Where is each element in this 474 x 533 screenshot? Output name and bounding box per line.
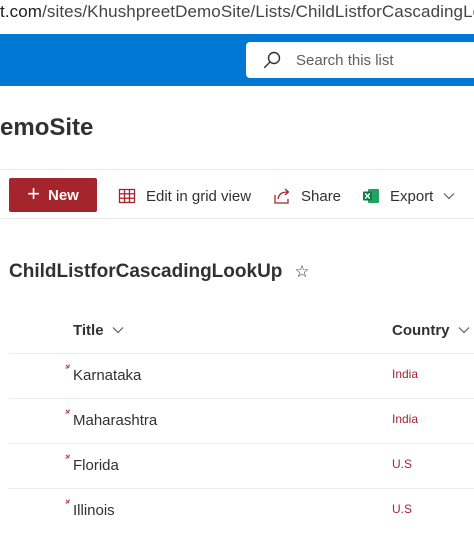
header-divider <box>0 169 474 170</box>
search-input[interactable] <box>296 48 474 72</box>
url-path: /sites/KhushpreetDemoSite/Lists/ChildLis… <box>42 2 474 21</box>
column-header-country[interactable]: Country <box>392 318 470 342</box>
export-button[interactable]: Export <box>362 184 455 208</box>
site-title[interactable]: emoSite <box>0 114 93 142</box>
share-label: Share <box>301 187 342 205</box>
grid-icon <box>118 188 136 204</box>
search-box[interactable] <box>246 42 474 78</box>
edit-in-grid-view-label: Edit in grid view <box>146 187 252 205</box>
list-row[interactable]: Karnataka India <box>9 353 474 398</box>
chevron-down-icon <box>443 193 455 200</box>
list-title-area: ChildListforCascadingLookUp ☆ <box>9 261 310 283</box>
row-title[interactable]: Maharashtra <box>73 412 157 429</box>
new-item-icon <box>65 364 70 369</box>
column-header-country-label: Country <box>392 321 450 339</box>
new-item-icon <box>65 499 70 504</box>
chevron-down-icon <box>112 327 124 334</box>
command-bar: + New Edit in grid view Share Export <box>0 172 474 218</box>
column-header-title[interactable]: Title <box>73 318 124 342</box>
list-row[interactable]: Florida U.S <box>9 443 474 488</box>
address-bar[interactable]: t.com/sites/KhushpreetDemoSite/Lists/Chi… <box>0 0 474 26</box>
new-button[interactable]: + New <box>9 178 97 212</box>
command-bar-divider <box>0 218 474 219</box>
new-button-label: New <box>48 186 79 204</box>
edit-in-grid-view-button[interactable]: Edit in grid view <box>118 184 251 208</box>
share-icon <box>274 188 290 204</box>
new-item-icon <box>65 454 70 459</box>
row-country[interactable]: U.S <box>392 457 412 471</box>
row-country[interactable]: India <box>392 412 418 426</box>
excel-icon <box>363 189 379 203</box>
url-text: t.com/sites/KhushpreetDemoSite/Lists/Chi… <box>0 2 474 22</box>
plus-icon: + <box>27 181 40 206</box>
export-label: Export <box>390 187 434 205</box>
row-title[interactable]: Florida <box>73 457 119 474</box>
new-item-icon <box>65 409 70 414</box>
column-header-title-label: Title <box>73 321 104 339</box>
chevron-down-icon <box>458 327 469 334</box>
row-title[interactable]: Illinois <box>73 502 115 519</box>
list-title: ChildListforCascadingLookUp <box>9 261 283 282</box>
row-country[interactable]: India <box>392 367 418 381</box>
list-row[interactable]: Illinois U.S <box>9 488 474 533</box>
url-domain: t.com <box>0 2 43 21</box>
list-row[interactable]: Maharashtra India <box>9 398 474 443</box>
search-icon <box>263 51 281 69</box>
share-button[interactable]: Share <box>273 184 341 208</box>
row-country[interactable]: U.S <box>392 502 412 516</box>
row-title[interactable]: Karnataka <box>73 367 141 384</box>
star-icon[interactable]: ☆ <box>294 262 309 282</box>
